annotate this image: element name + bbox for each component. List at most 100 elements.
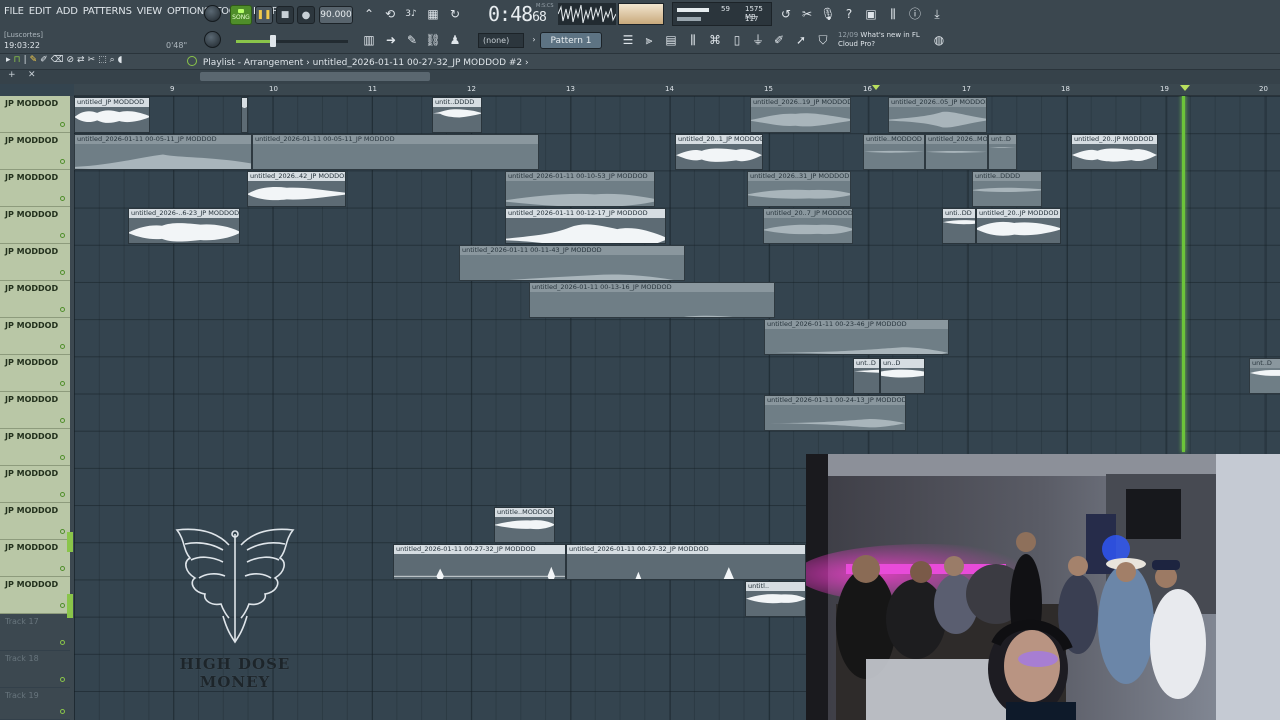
audio-clip[interactable]: untitled_2026-01-11 00-05-11_JP MODDOD xyxy=(74,134,252,170)
playhead-marker[interactable] xyxy=(1180,85,1190,91)
track-mute-led[interactable] xyxy=(60,455,65,460)
track-header[interactable]: JP MODDOD xyxy=(0,170,70,207)
slice-tool-icon[interactable]: ✂ xyxy=(88,55,96,65)
step-edit-icon[interactable]: ▦ xyxy=(425,6,441,22)
audio-clip[interactable]: unt..D xyxy=(1249,358,1280,394)
track-mute-led[interactable] xyxy=(60,677,65,682)
audio-clip[interactable]: untitled_2026-01-11 00-24-13_JP MODDOD xyxy=(764,395,906,431)
audio-clip[interactable]: un..D xyxy=(880,358,925,394)
track-mute-led[interactable] xyxy=(60,196,65,201)
track-header[interactable]: JP MODDOD xyxy=(0,318,70,355)
channel-rack-icon[interactable]: ▤ xyxy=(663,32,679,48)
audio-clip[interactable]: untitled_20..1_JP MODDOD xyxy=(675,134,763,170)
delete-tool-icon[interactable]: ⌫ xyxy=(51,55,64,65)
countdown-icon[interactable]: 3♪ xyxy=(403,6,419,22)
menu-add[interactable]: ADD xyxy=(56,6,78,17)
select-tool-icon[interactable]: ⬚ xyxy=(98,55,107,65)
track-mute-led[interactable] xyxy=(60,709,65,714)
track-mute-led[interactable] xyxy=(60,344,65,349)
globe-icon[interactable]: ◍ xyxy=(931,32,947,48)
audio-clip[interactable]: untitled_2026..19_JP MODDOD xyxy=(750,97,851,133)
audio-clip[interactable]: unt..D xyxy=(853,358,880,394)
track-header[interactable]: JP MODDOD xyxy=(0,355,70,392)
audio-clip[interactable]: untitled_2026-01-11 00-11-43_JP MODDOD xyxy=(459,245,685,281)
track-mute-led[interactable] xyxy=(60,159,65,164)
audio-clip[interactable]: untitled_2026-01-11 00-27-32_JP MODDOD xyxy=(566,544,806,580)
mixer-view-icon[interactable]: ⫼ xyxy=(685,32,701,48)
audio-clip[interactable]: untitled_2026-..6-23_JP MODDOD xyxy=(128,208,240,244)
link-icon[interactable]: ⛓ xyxy=(425,32,441,48)
track-header[interactable]: JP MODDOD xyxy=(0,207,70,244)
news-panel[interactable]: 12/09 What's new in FL Cloud Pro? xyxy=(838,31,920,49)
track-header[interactable]: JP MODDOD xyxy=(0,281,70,318)
track-header[interactable]: JP MODDOD xyxy=(0,429,70,466)
track-mute-led[interactable] xyxy=(60,566,65,571)
browser-icon[interactable]: ▯ xyxy=(729,32,745,48)
cut-icon[interactable]: ✂ xyxy=(799,6,815,22)
audio-clip[interactable]: untitled_20..JP MODDOD xyxy=(1071,134,1158,170)
mixer-icon[interactable]: ⫼ xyxy=(885,6,901,22)
metronome-icon[interactable]: ⌃ xyxy=(361,6,377,22)
loop-record-icon[interactable]: ↻ xyxy=(447,6,463,22)
stop-button[interactable]: ■ xyxy=(276,6,294,24)
arrow-icon[interactable]: ➜ xyxy=(383,32,399,48)
export-icon[interactable]: ⤓ xyxy=(929,6,945,22)
zoom-tool-icon[interactable]: ⌕ xyxy=(110,55,115,65)
audio-clip[interactable]: untitled_2026..42_JP MODDOD xyxy=(247,171,346,207)
pattern-selector[interactable]: Pattern 1 xyxy=(540,32,602,49)
microphone-icon[interactable]: 🎙 xyxy=(820,6,836,22)
track-mute-led[interactable] xyxy=(60,270,65,275)
track-mute-led[interactable] xyxy=(60,381,65,386)
track-mute-led[interactable] xyxy=(60,418,65,423)
audio-clip[interactable]: untitle..MODDOD xyxy=(494,507,555,543)
cart-icon[interactable]: ⛉ xyxy=(815,32,831,48)
track-header[interactable]: JP MODDOD xyxy=(0,96,70,133)
paint-tool-icon[interactable]: ✐ xyxy=(40,55,48,65)
audio-clip[interactable]: untitled_2026-01-11 00-10-53_JP MODDOD xyxy=(505,171,655,207)
play-pause-button[interactable]: ❚❚ xyxy=(255,6,273,24)
mute-tool-icon[interactable]: ⊘ xyxy=(66,55,74,65)
record-button[interactable]: ● xyxy=(297,6,315,24)
audio-clip[interactable]: untitled_JP MODDOD xyxy=(74,97,150,133)
plugin-picker-icon[interactable]: ⌘ xyxy=(707,32,723,48)
audio-clip[interactable]: untitle..MODDOD xyxy=(863,134,925,170)
track-header[interactable]: JP MODDOD xyxy=(0,392,70,429)
audio-clip[interactable]: unt..D xyxy=(988,134,1017,170)
track-header[interactable]: Track 19 xyxy=(0,688,70,720)
chevron-right-icon[interactable]: ▸ xyxy=(6,55,11,65)
track-header[interactable]: JP MODDOD xyxy=(0,503,70,540)
menu-file[interactable]: FILE xyxy=(4,6,24,17)
playback-tool-icon[interactable]: ◖ xyxy=(118,55,123,65)
track-header[interactable]: JP MODDOD xyxy=(0,244,70,281)
audio-clip[interactable]: untitled_2026-01-11 00-05-11_JP MODDOD xyxy=(252,134,539,170)
audio-clip[interactable]: untitle..DDDD xyxy=(972,171,1042,207)
track-header[interactable]: Track 17 xyxy=(0,614,70,651)
horizontal-scrollbar[interactable] xyxy=(200,72,430,81)
timeline-marker[interactable] xyxy=(872,85,880,90)
playhead[interactable] xyxy=(1182,96,1185,452)
audio-clip[interactable]: untitled_2026..MODDOD xyxy=(925,134,988,170)
marker-icon[interactable]: ➚ xyxy=(793,32,809,48)
master-pitch-knob[interactable] xyxy=(204,31,221,48)
track-mute-led[interactable] xyxy=(60,492,65,497)
audio-clip[interactable]: untitl.. xyxy=(745,581,806,617)
close-icon[interactable]: ✕ xyxy=(28,70,36,80)
menu-edit[interactable]: EDIT xyxy=(29,6,51,17)
audio-clip[interactable]: untitled_20..7_JP MODDOD xyxy=(763,208,853,244)
track-mute-led[interactable] xyxy=(60,307,65,312)
save-icon[interactable]: ▣ xyxy=(863,6,879,22)
playlist-icon[interactable]: ☰ xyxy=(620,32,636,48)
audio-clip[interactable]: untitled_2026-01-11 00-23-46_JP MODDOD xyxy=(764,319,949,355)
master-level-thumb[interactable] xyxy=(270,35,276,47)
track-mute-led[interactable] xyxy=(60,233,65,238)
audio-clip[interactable]: untitled_2026-01-11 00-12-17_JP MODDOD xyxy=(505,208,666,244)
pattern-song-toggle[interactable]: SONG xyxy=(230,5,252,25)
track-mute-led[interactable] xyxy=(60,640,65,645)
master-volume-knob[interactable] xyxy=(204,5,221,22)
channel-selector[interactable]: (none) xyxy=(478,33,524,48)
track-mute-led[interactable] xyxy=(60,529,65,534)
audio-clip[interactable]: untitled_2026..05_JP MODDOD xyxy=(888,97,987,133)
audio-clip[interactable] xyxy=(241,97,248,133)
track-header[interactable]: JP MODDOD xyxy=(0,133,70,170)
audio-clip[interactable]: untitled_2026-01-11 00-27-32_JP MODDOD xyxy=(393,544,566,580)
